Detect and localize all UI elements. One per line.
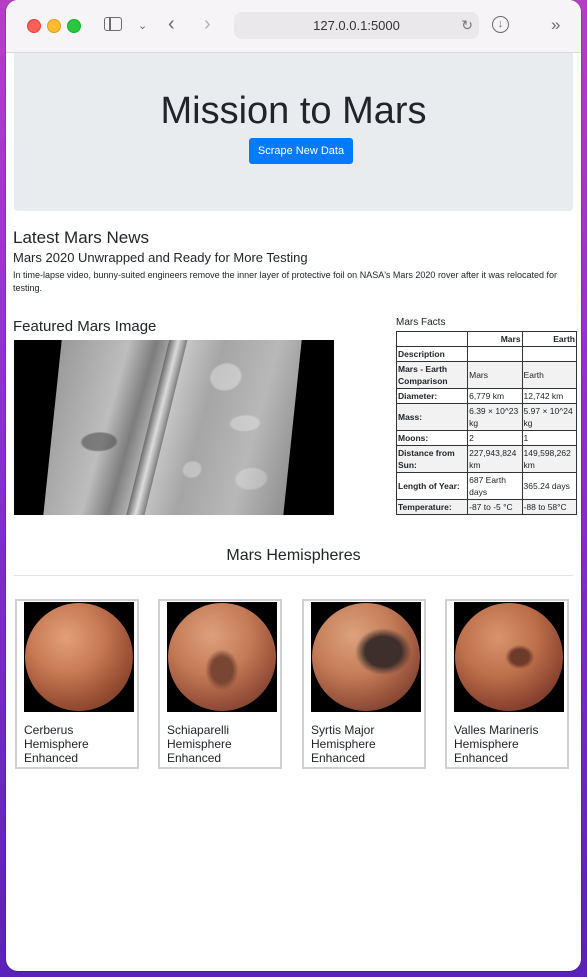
more-chevrons-icon[interactable]: »: [551, 16, 560, 34]
row-label: Distance from Sun:: [395, 445, 469, 473]
earth-value: Earth: [521, 361, 578, 389]
close-window-button[interactable]: [27, 19, 41, 33]
address-bar[interactable]: 127.0.0.1:5000 ↻: [234, 12, 479, 39]
sidebar-toggle-icon[interactable]: [104, 17, 122, 31]
hemisphere-title[interactable]: Valles Marineris Hemisphere Enhanced: [454, 723, 564, 765]
hemisphere-image[interactable]: [24, 602, 134, 712]
table-row: Moons: 2 1: [395, 430, 578, 446]
planet-schiaparelli: [168, 603, 276, 711]
hemisphere-image[interactable]: [167, 602, 277, 712]
column-header: [395, 331, 469, 347]
facts-caption: Mars Facts: [396, 317, 446, 328]
news-heading: Latest Mars News: [13, 228, 150, 247]
url-text: 127.0.0.1:5000: [313, 18, 400, 33]
hemisphere-title[interactable]: Syrtis Major Hemisphere Enhanced: [311, 723, 421, 765]
browser-window: ⌄ ‹ › 127.0.0.1:5000 ↻ ↓ » Mission to Ma…: [6, 0, 581, 971]
column-header: [467, 346, 523, 362]
hemisphere-card-valles-marineris[interactable]: Valles Marineris Hemisphere Enhanced: [445, 599, 569, 769]
divider: [14, 575, 573, 576]
zoom-window-button[interactable]: [67, 19, 81, 33]
hemisphere-card-syrtis-major[interactable]: Syrtis Major Hemisphere Enhanced: [302, 599, 426, 769]
featured-heading: Featured Mars Image: [13, 318, 157, 335]
mars-facts-table: Mars Earth Description Mars - Earth Comp…: [395, 331, 578, 515]
table-row: Length of Year: 687 Earth days 365.24 da…: [395, 472, 578, 500]
back-icon[interactable]: ‹: [168, 14, 175, 34]
row-label: Mars - Earth Comparison: [395, 361, 469, 389]
mars-value: Mars: [467, 361, 523, 389]
forward-icon[interactable]: ›: [204, 14, 211, 34]
row-label: Mass:: [395, 403, 469, 431]
hemisphere-card-cerberus[interactable]: Cerberus Hemisphere Enhanced: [15, 599, 139, 769]
page-title: Mission to Mars: [160, 90, 427, 132]
hemisphere-card-schiaparelli[interactable]: Schiaparelli Hemisphere Enhanced: [158, 599, 282, 769]
earth-value: 5.97 × 10^24 kg: [521, 403, 578, 431]
index-header: Description: [395, 346, 469, 362]
column-header: [521, 346, 578, 362]
table-row: Mass: 6.39 × 10^23 kg 5.97 × 10^24 kg: [395, 403, 578, 431]
table-row: Diameter: 6,779 km 12,742 km: [395, 388, 578, 404]
jumbotron: Mission to Mars Scrape New Data: [14, 53, 573, 211]
scrape-button[interactable]: Scrape New Data: [249, 138, 353, 164]
mars-value: 6,779 km: [467, 388, 523, 404]
planet-valles-marineris: [455, 603, 563, 711]
chevron-down-icon[interactable]: ⌄: [138, 17, 147, 35]
hemisphere-image[interactable]: [454, 602, 564, 712]
row-label: Temperature:: [395, 499, 469, 515]
minimize-window-button[interactable]: [47, 19, 61, 33]
hemisphere-title[interactable]: Cerberus Hemisphere Enhanced: [24, 723, 134, 765]
mars-channel: [123, 340, 190, 515]
table-row: Temperature: -87 to -5 °C -88 to 58°C: [395, 499, 578, 515]
hemisphere-image[interactable]: [311, 602, 421, 712]
column-header: Mars: [467, 331, 523, 347]
mars-value: 227,943,824 km: [467, 445, 523, 473]
downloads-icon[interactable]: ↓: [492, 16, 509, 33]
reload-icon[interactable]: ↻: [461, 12, 473, 39]
planet-cerberus: [25, 603, 133, 711]
news-title: Mars 2020 Unwrapped and Ready for More T…: [13, 250, 308, 265]
row-label: Length of Year:: [395, 472, 469, 500]
table-row: Distance from Sun: 227,943,824 km 149,59…: [395, 445, 578, 473]
earth-value: 365.24 days: [521, 472, 578, 500]
page-content: Mission to Mars Scrape New Data Latest M…: [6, 53, 581, 971]
table-row: Mars - Earth Comparison Mars Earth: [395, 361, 578, 389]
planet-syrtis-major: [312, 603, 420, 711]
row-label: Moons:: [395, 430, 469, 446]
mars-value: 2: [467, 430, 523, 446]
row-label: Diameter:: [395, 388, 469, 404]
featured-mars-image: [14, 340, 334, 515]
mars-terrain-image: [42, 340, 302, 515]
browser-toolbar: ⌄ ‹ › 127.0.0.1:5000 ↻ ↓ »: [6, 0, 581, 53]
earth-value: -88 to 58°C: [521, 499, 578, 515]
hemispheres-heading: Mars Hemispheres: [226, 547, 361, 564]
hemisphere-title[interactable]: Schiaparelli Hemisphere Enhanced: [167, 723, 277, 765]
mars-value: 687 Earth days: [467, 472, 523, 500]
mars-value: -87 to -5 °C: [467, 499, 523, 515]
column-header: Earth: [521, 331, 578, 347]
mars-value: 6.39 × 10^23 kg: [467, 403, 523, 431]
earth-value: 1: [521, 430, 578, 446]
earth-value: 12,742 km: [521, 388, 578, 404]
earth-value: 149,598,262 km: [521, 445, 578, 473]
news-paragraph: In time-lapse video, bunny-suited engine…: [13, 270, 557, 293]
